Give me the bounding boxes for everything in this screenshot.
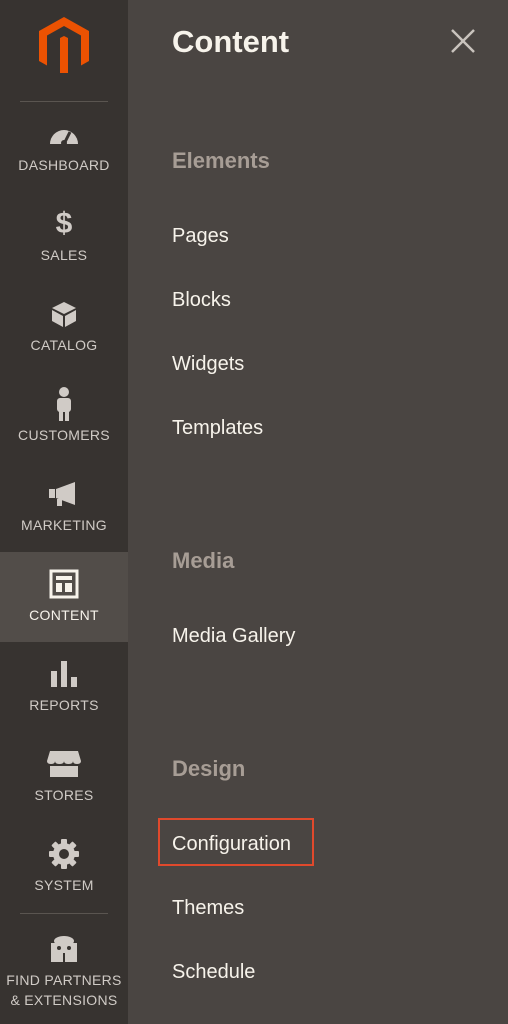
close-button[interactable] — [448, 26, 478, 56]
content-flyout-panel: Content Elements Pages Blocks Widgets Te… — [128, 0, 508, 1024]
nav-item-content[interactable]: CONTENT — [0, 552, 128, 642]
nav-item-sales[interactable]: $ SALES — [0, 192, 128, 282]
link-templates[interactable]: Templates — [172, 416, 263, 440]
nav-label-stores: STORES — [34, 787, 94, 803]
link-schedule[interactable]: Schedule — [172, 960, 255, 984]
link-themes[interactable]: Themes — [172, 896, 244, 920]
nav-label-content: CONTENT — [29, 607, 99, 623]
nav-divider — [20, 913, 108, 914]
dollar-icon: $ — [55, 207, 73, 240]
gear-icon — [48, 839, 80, 869]
nav-label-find-partners: FIND PARTNERS & EXTENSIONS — [6, 972, 122, 1008]
admin-nav: DASHBOARD $ SALES CATALOG CUSTOMERS MARK… — [0, 0, 128, 1024]
nav-item-reports[interactable]: REPORTS — [0, 642, 128, 732]
box-icon — [50, 299, 78, 329]
nav-item-dashboard[interactable]: DASHBOARD — [0, 102, 128, 192]
nav-label-dashboard: DASHBOARD — [18, 157, 110, 173]
bar-chart-icon — [49, 659, 79, 689]
storefront-icon — [46, 749, 82, 779]
megaphone-icon — [47, 479, 81, 509]
link-pages[interactable]: Pages — [172, 224, 229, 248]
nav-item-customers[interactable]: CUSTOMERS — [0, 372, 128, 462]
nav-label-marketing: MARKETING — [21, 517, 107, 533]
section-title-elements: Elements — [172, 148, 270, 173]
nav-item-find-partners[interactable]: FIND PARTNERS & EXTENSIONS — [0, 920, 128, 1024]
nav-item-system[interactable]: SYSTEM — [0, 822, 128, 912]
section-title-design: Design — [172, 756, 246, 781]
dashboard-icon — [48, 119, 80, 149]
panel-title: Content — [172, 24, 290, 59]
nav-label-reports: REPORTS — [29, 697, 99, 713]
nav-label-catalog: CATALOG — [30, 337, 98, 353]
magento-logo[interactable] — [0, 0, 128, 90]
nav-label-customers: CUSTOMERS — [18, 427, 110, 443]
link-widgets[interactable]: Widgets — [172, 352, 244, 376]
nav-item-marketing[interactable]: MARKETING — [0, 462, 128, 552]
nav-item-stores[interactable]: STORES — [0, 732, 128, 822]
person-icon — [54, 387, 74, 421]
section-title-media: Media — [172, 548, 235, 573]
close-icon — [451, 29, 475, 53]
nav-item-catalog[interactable]: CATALOG — [0, 282, 128, 372]
nav-label-system: SYSTEM — [34, 877, 94, 893]
blocks-icon — [47, 934, 81, 964]
link-blocks[interactable]: Blocks — [172, 288, 231, 312]
link-configuration[interactable]: Configuration — [172, 832, 291, 856]
layout-icon — [49, 569, 79, 599]
magento-logo-icon — [39, 17, 89, 73]
link-media-gallery[interactable]: Media Gallery — [172, 624, 295, 648]
nav-label-sales: SALES — [40, 247, 88, 263]
